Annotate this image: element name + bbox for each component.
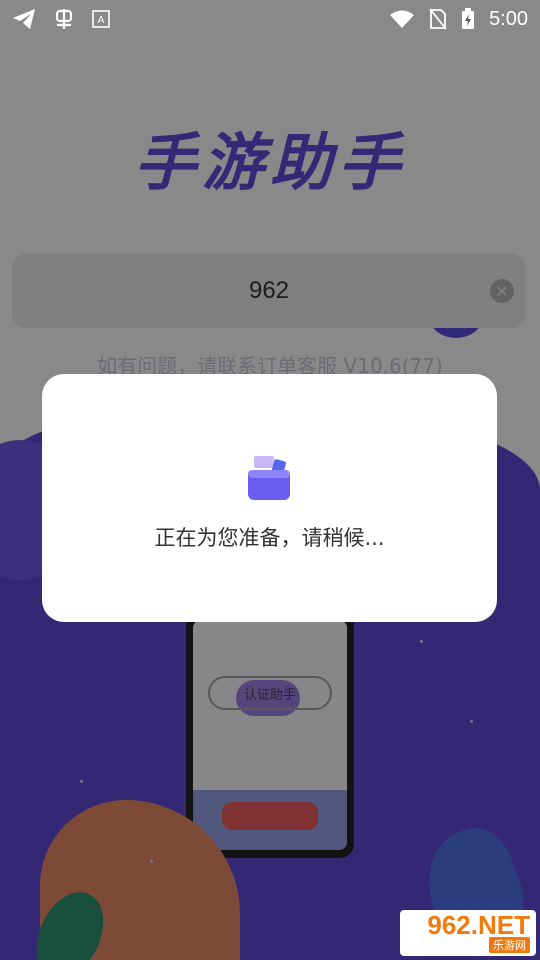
wifi-icon	[389, 9, 415, 29]
battery-charging-icon	[461, 8, 475, 30]
folder-icon	[246, 454, 292, 502]
status-bar: A 5:00	[0, 0, 540, 38]
watermark-main-text: 962.NET	[427, 910, 530, 940]
no-sim-icon	[429, 8, 447, 30]
telegram-icon	[12, 8, 36, 30]
font-icon: A	[92, 10, 110, 28]
loading-message: 正在为您准备，请稍候...	[154, 526, 385, 550]
bug-icon	[52, 7, 76, 31]
status-time: 5:00	[489, 7, 528, 30]
svg-text:A: A	[98, 15, 105, 26]
watermark-sub-text: 乐游网	[489, 937, 530, 953]
site-watermark-logo: 962.NET 乐游网	[400, 910, 536, 956]
